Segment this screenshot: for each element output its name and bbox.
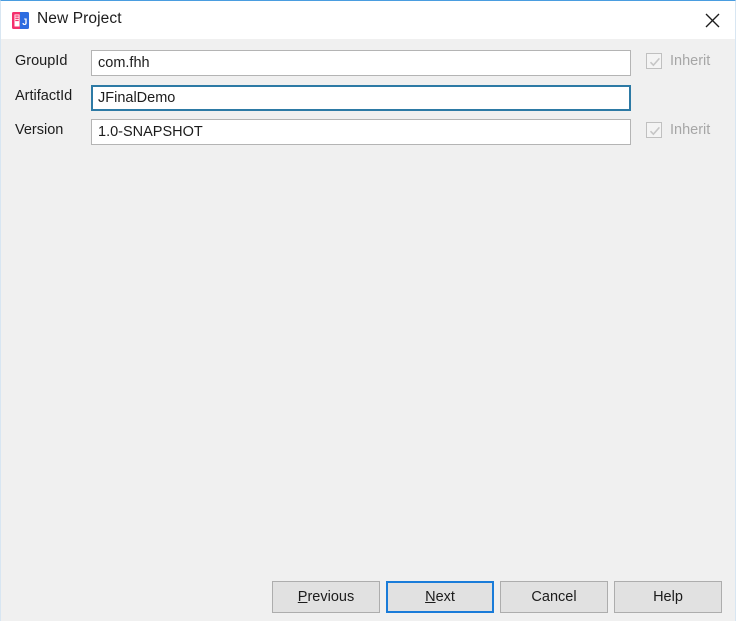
next-button[interactable]: Next [386,581,494,613]
button-bar: Previous Next Cancel Help [1,581,736,615]
groupid-inherit-group[interactable]: Inherit [646,53,710,69]
previous-button-label: revious [307,589,355,605]
help-button[interactable]: Help [614,581,722,613]
groupid-input[interactable]: com.fhh [91,50,631,76]
svg-text:J: J [22,17,27,27]
window-title: New Project [37,10,122,27]
version-inherit-group[interactable]: Inherit [646,122,710,138]
checkmark-icon [649,126,660,136]
close-icon [705,13,720,28]
artifactid-input[interactable]: JFinalDemo [91,85,631,111]
version-inherit-label: Inherit [670,122,711,138]
previous-button-mnemonic: P [297,589,308,605]
close-button[interactable] [689,1,735,39]
intellij-idea-icon: J [12,12,29,29]
form-row-artifactid: ArtifactId JFinalDemo [1,85,736,111]
next-button-mnemonic: N [425,589,436,605]
artifactid-label: ArtifactId [15,88,73,104]
form-row-groupid: GroupId com.fhh Inherit [1,50,736,76]
checkmark-icon [649,57,660,67]
version-label: Version [15,122,64,138]
groupid-label: GroupId [15,53,68,69]
previous-button[interactable]: Previous [272,581,380,613]
form-row-version: Version 1.0-SNAPSHOT Inherit [1,119,736,145]
next-button-label: ext [435,589,455,605]
groupid-inherit-checkbox[interactable] [646,53,662,69]
cancel-button[interactable]: Cancel [500,581,608,613]
title-bar: J New Project [1,1,735,39]
groupid-inherit-label: Inherit [670,53,711,69]
version-inherit-checkbox[interactable] [646,122,662,138]
version-input[interactable]: 1.0-SNAPSHOT [91,119,631,145]
new-project-dialog: J New Project GroupId com.fhh Inherit Ar… [0,0,736,621]
